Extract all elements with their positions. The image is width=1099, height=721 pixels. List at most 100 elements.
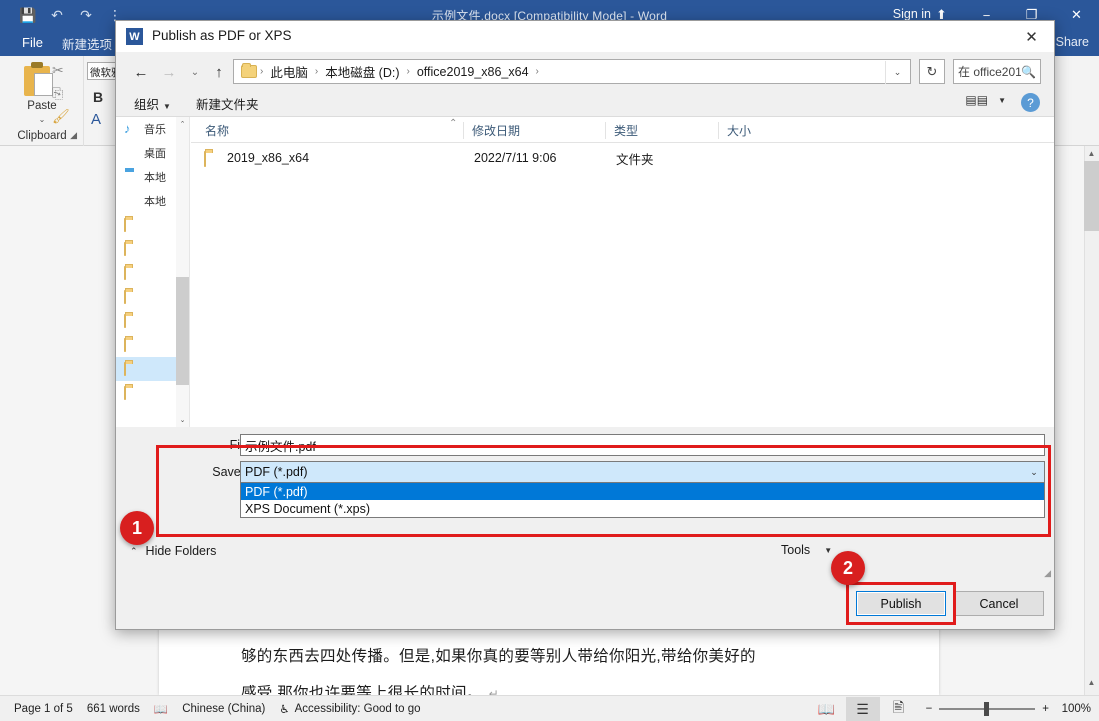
paste-caret-icon[interactable]: ⌄ bbox=[0, 115, 84, 124]
publish-button[interactable]: Publish bbox=[856, 591, 946, 616]
tab-new-options[interactable]: 新建选项 bbox=[62, 34, 112, 53]
save-as-type-combobox[interactable]: PDF (*.pdf) ⌄ bbox=[240, 461, 1045, 483]
paste-button-label[interactable]: Paste bbox=[0, 100, 84, 112]
breadcrumb-dropdown-icon[interactable]: ⌄ bbox=[885, 61, 909, 84]
cancel-button[interactable]: Cancel bbox=[954, 591, 1044, 616]
recent-locations-icon[interactable]: ⌄ bbox=[184, 61, 206, 83]
scrollbar-thumb[interactable] bbox=[1084, 161, 1099, 231]
status-page-number[interactable]: Page 1 of 5 bbox=[14, 703, 73, 715]
status-accessibility[interactable]: ♿ Accessibility: Good to go bbox=[279, 702, 420, 716]
close-button[interactable]: ✕ bbox=[1054, 0, 1099, 30]
column-header-name-label: 名称 bbox=[205, 124, 229, 138]
ribbon-group-clipboard: Paste ⌄ ✂ ⎘ 🖌 Clipboard ◢ bbox=[0, 56, 84, 146]
resize-grip-icon[interactable]: ◢ bbox=[1044, 568, 1051, 579]
bold-button[interactable]: B bbox=[93, 89, 103, 105]
scroll-up-icon[interactable]: ⌃ bbox=[176, 117, 189, 131]
publish-as-pdf-dialog: W Publish as PDF or XPS ✕ ← → ⌄ ↑ › 此电脑 … bbox=[115, 20, 1055, 630]
scroll-down-icon[interactable]: ⌄ bbox=[176, 413, 189, 427]
hide-folders-button[interactable]: ⌃ Hide Folders bbox=[130, 544, 216, 558]
breadcrumb-separator-1: › bbox=[312, 66, 321, 77]
folder-icon bbox=[124, 361, 140, 376]
folder-icon bbox=[124, 289, 140, 304]
back-button[interactable]: ← bbox=[130, 61, 152, 83]
share-button[interactable]: Share bbox=[1056, 35, 1089, 49]
file-list-pane[interactable]: 名称 ⌃ 修改日期 类型 大小 2019_x86_x64 2022/7/11 9… bbox=[191, 117, 1054, 427]
zoom-in-button[interactable]: + bbox=[1042, 703, 1049, 715]
previous-page-icon[interactable]: ▲ bbox=[1084, 675, 1099, 690]
chevron-up-icon: ⌃ bbox=[130, 546, 138, 557]
status-right-cluster: 📖 ☰ 🖹 − + 100% bbox=[810, 696, 1091, 721]
dialog-footer: ⌃ Hide Folders Tools ▼ ◢ bbox=[116, 527, 1054, 581]
web-layout-icon[interactable]: 🖹 bbox=[882, 697, 916, 721]
zoom-slider-thumb[interactable] bbox=[984, 702, 989, 716]
column-header-type[interactable]: 类型 bbox=[605, 122, 715, 139]
save-as-type-dropdown-list[interactable]: PDF (*.pdf) XPS Document (*.xps) bbox=[240, 483, 1045, 518]
paste-icon[interactable] bbox=[22, 62, 56, 98]
word-app-icon: W bbox=[126, 28, 143, 45]
chevron-down-icon: ▼ bbox=[163, 102, 171, 111]
dialog-close-button[interactable]: ✕ bbox=[1009, 21, 1054, 53]
table-row[interactable]: 2019_x86_x64 2022/7/11 9:06 文件夹 bbox=[191, 143, 1054, 173]
search-box[interactable]: 在 office2019_x86_x64 中搜索 🔍 bbox=[953, 59, 1041, 84]
scroll-up-icon[interactable]: ▲ bbox=[1084, 146, 1099, 161]
folder-icon bbox=[124, 217, 140, 232]
font-color-icon[interactable]: A bbox=[91, 111, 101, 128]
status-language[interactable]: Chinese (China) bbox=[182, 703, 265, 715]
breadcrumb-item-0[interactable]: 此电脑 bbox=[266, 62, 312, 81]
dialog-launcher-icon[interactable]: ◢ bbox=[70, 130, 77, 141]
organize-button[interactable]: 组织▼ bbox=[134, 94, 171, 113]
up-button[interactable]: ↑ bbox=[208, 61, 230, 83]
explorer-toolbar: 组织▼ 新建文件夹 ▤▤ ▼ ? bbox=[116, 89, 1054, 117]
navigation-bar: ← → ⌄ ↑ › 此电脑 › 本地磁盘 (D:) › office2019_x… bbox=[116, 53, 1054, 89]
change-view-button[interactable]: ▤▤ ▼ bbox=[965, 93, 1006, 107]
file-modified-cell: 2022/7/11 9:06 bbox=[474, 151, 556, 165]
navigation-pane-scrollbar[interactable]: ⌃ ⌄ bbox=[176, 117, 189, 427]
format-painter-icon[interactable]: 🖌 bbox=[52, 108, 70, 125]
zoom-slider[interactable] bbox=[939, 708, 1035, 710]
forward-button[interactable]: → bbox=[158, 61, 180, 83]
status-bar: Page 1 of 5 661 words 📖 Chinese (China) … bbox=[0, 695, 1099, 721]
file-list-header: 名称 ⌃ 修改日期 类型 大小 bbox=[191, 117, 1054, 143]
help-icon[interactable]: ? bbox=[1021, 93, 1040, 112]
view-layout-icon: ▤▤ bbox=[965, 93, 988, 107]
refresh-icon[interactable]: ↻ bbox=[919, 59, 945, 84]
navigation-pane[interactable]: ♪ 音乐 桌面 本地 本地 bbox=[116, 117, 190, 427]
zoom-control[interactable]: − + bbox=[926, 703, 1049, 715]
breadcrumb[interactable]: › 此电脑 › 本地磁盘 (D:) › office2019_x86_x64 ›… bbox=[233, 59, 911, 84]
status-word-count[interactable]: 661 words bbox=[87, 703, 140, 715]
screen-root: 💾 ↶ ↷ ⋮ 示例文件.docx [Compatibility Mode] -… bbox=[0, 0, 1099, 721]
column-header-modified[interactable]: 修改日期 bbox=[463, 122, 603, 139]
zoom-level-label[interactable]: 100% bbox=[1051, 703, 1091, 715]
annotation-badge-2: 2 bbox=[831, 551, 865, 585]
read-mode-icon[interactable]: 📖 bbox=[810, 697, 844, 721]
monitor-icon bbox=[124, 145, 140, 160]
cut-icon[interactable]: ✂ bbox=[52, 62, 70, 79]
copy-icon[interactable]: ⎘ bbox=[52, 85, 70, 102]
drive-icon bbox=[124, 409, 140, 424]
chevron-down-icon[interactable]: ⌄ bbox=[1026, 462, 1042, 482]
music-icon: ♪ bbox=[124, 121, 140, 136]
tools-button[interactable]: Tools ▼ bbox=[781, 543, 832, 557]
chevron-down-icon[interactable]: ⌄ bbox=[1026, 435, 1042, 455]
column-header-name[interactable]: 名称 ⌃ bbox=[191, 122, 456, 139]
tab-file[interactable]: File bbox=[8, 33, 57, 52]
breadcrumb-item-2[interactable]: office2019_x86_x64 bbox=[413, 65, 533, 79]
search-input[interactable]: 在 office2019_x86_x64 中搜索 bbox=[958, 63, 1021, 80]
file-name-input[interactable]: 示例文件.pdf ⌄ bbox=[240, 434, 1045, 456]
breadcrumb-separator-3: › bbox=[533, 66, 542, 77]
folder-icon bbox=[124, 385, 140, 400]
dropdown-option-xps[interactable]: XPS Document (*.xps) bbox=[241, 500, 1044, 517]
folder-icon bbox=[241, 65, 257, 78]
zoom-out-button[interactable]: − bbox=[926, 703, 933, 715]
folder-icon bbox=[124, 313, 140, 328]
dropdown-option-pdf[interactable]: PDF (*.pdf) bbox=[241, 483, 1044, 500]
proofing-icon[interactable]: 📖 bbox=[154, 702, 168, 716]
print-layout-icon[interactable]: ☰ bbox=[846, 697, 880, 721]
new-folder-button[interactable]: 新建文件夹 bbox=[196, 94, 259, 113]
tools-label: Tools bbox=[781, 543, 810, 557]
clipboard-mini-tools: ✂ ⎘ 🖌 bbox=[52, 62, 70, 131]
scrollbar-thumb[interactable] bbox=[176, 277, 189, 385]
column-header-size[interactable]: 大小 bbox=[718, 122, 806, 139]
breadcrumb-item-1[interactable]: 本地磁盘 (D:) bbox=[321, 62, 403, 81]
file-name-cell: 2019_x86_x64 bbox=[227, 151, 309, 165]
